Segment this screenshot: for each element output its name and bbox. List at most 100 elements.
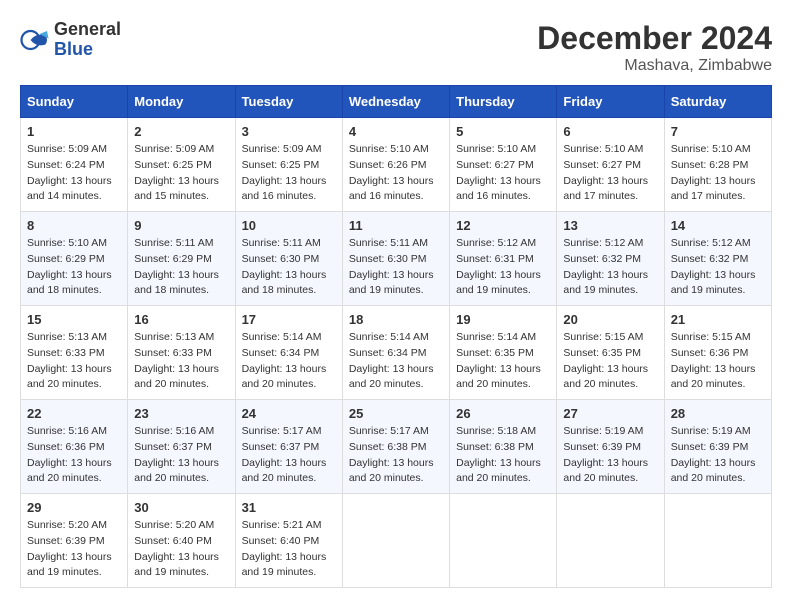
day-number: 12 (456, 218, 550, 233)
logo-text: General Blue (54, 20, 121, 60)
logo-line2: Blue (54, 40, 121, 60)
day-number: 20 (563, 312, 657, 327)
day-number: 22 (27, 406, 121, 421)
day-number: 16 (134, 312, 228, 327)
day-info: Sunrise: 5:13 AMSunset: 6:33 PMDaylight:… (134, 330, 228, 393)
day-number: 1 (27, 124, 121, 139)
logo-icon (20, 25, 50, 55)
header-row: Sunday Monday Tuesday Wednesday Thursday… (21, 86, 772, 118)
day-number: 26 (456, 406, 550, 421)
day-number: 10 (242, 218, 336, 233)
day-number: 2 (134, 124, 228, 139)
day-number: 8 (27, 218, 121, 233)
col-sunday: Sunday (21, 86, 128, 118)
day-number: 13 (563, 218, 657, 233)
day-number: 11 (349, 218, 443, 233)
day-info: Sunrise: 5:09 AMSunset: 6:25 PMDaylight:… (134, 142, 228, 205)
day-number: 4 (349, 124, 443, 139)
table-row: 28 Sunrise: 5:19 AMSunset: 6:39 PMDayligh… (664, 400, 771, 494)
table-row: 23Sunrise: 5:16 AMSunset: 6:37 PMDayligh… (128, 400, 235, 494)
day-number: 21 (671, 312, 765, 327)
col-wednesday: Wednesday (342, 86, 449, 118)
table-row: 14 Sunrise: 5:12 AMSunset: 6:32 PMDayligh… (664, 212, 771, 306)
calendar-row: 1 Sunrise: 5:09 AMSunset: 6:24 PMDaylight… (21, 118, 772, 212)
logo-line1: General (54, 20, 121, 40)
day-info: Sunrise: 5:21 AMSunset: 6:40 PMDaylight:… (242, 518, 336, 581)
day-number: 5 (456, 124, 550, 139)
table-row: 30 Sunrise: 5:20 AMSunset: 6:40 PMDayligh… (128, 494, 235, 588)
day-info: Sunrise: 5:17 AMSunset: 6:38 PMDaylight:… (349, 424, 443, 487)
table-row: 11 Sunrise: 5:11 AMSunset: 6:30 PMDayligh… (342, 212, 449, 306)
day-info: Sunrise: 5:20 AMSunset: 6:40 PMDaylight:… (134, 518, 228, 581)
col-friday: Friday (557, 86, 664, 118)
col-thursday: Thursday (450, 86, 557, 118)
col-monday: Monday (128, 86, 235, 118)
table-row: 16 Sunrise: 5:13 AMSunset: 6:33 PMDayligh… (128, 306, 235, 400)
calendar-row: 15Sunrise: 5:13 AMSunset: 6:33 PMDayligh… (21, 306, 772, 400)
day-info: Sunrise: 5:13 AMSunset: 6:33 PMDaylight:… (27, 330, 121, 393)
day-info: Sunrise: 5:18 AMSunset: 6:38 PMDaylight:… (456, 424, 550, 487)
table-row: 27Sunrise: 5:19 AMSunset: 6:39 PMDayligh… (557, 400, 664, 494)
table-row: 2 Sunrise: 5:09 AMSunset: 6:25 PMDaylight… (128, 118, 235, 212)
day-info: Sunrise: 5:10 AMSunset: 6:29 PMDaylight:… (27, 236, 121, 299)
day-number: 6 (563, 124, 657, 139)
day-info: Sunrise: 5:12 AMSunset: 6:32 PMDaylight:… (563, 236, 657, 299)
day-info: Sunrise: 5:16 AMSunset: 6:36 PMDaylight:… (27, 424, 121, 487)
day-number: 24 (242, 406, 336, 421)
day-info: Sunrise: 5:11 AMSunset: 6:30 PMDaylight:… (349, 236, 443, 299)
table-row: 21Sunrise: 5:15 AMSunset: 6:36 PMDayligh… (664, 306, 771, 400)
col-tuesday: Tuesday (235, 86, 342, 118)
day-info: Sunrise: 5:09 AMSunset: 6:24 PMDaylight:… (27, 142, 121, 205)
day-info: Sunrise: 5:19 AMSunset: 6:39 PMDaylight:… (563, 424, 657, 487)
day-info: Sunrise: 5:17 AMSunset: 6:37 PMDaylight:… (242, 424, 336, 487)
table-row: 19Sunrise: 5:14 AMSunset: 6:35 PMDayligh… (450, 306, 557, 400)
table-row: 20 Sunrise: 5:15 AMSunset: 6:35 PMDayligh… (557, 306, 664, 400)
day-number: 29 (27, 500, 121, 515)
table-row: 12 Sunrise: 5:12 AMSunset: 6:31 PMDayligh… (450, 212, 557, 306)
day-info: Sunrise: 5:15 AMSunset: 6:35 PMDaylight:… (563, 330, 657, 393)
day-info: Sunrise: 5:19 AMSunset: 6:39 PMDaylight:… (671, 424, 765, 487)
day-info: Sunrise: 5:14 AMSunset: 6:34 PMDaylight:… (349, 330, 443, 393)
day-info: Sunrise: 5:14 AMSunset: 6:35 PMDaylight:… (456, 330, 550, 393)
table-row (664, 494, 771, 588)
table-row: 26 Sunrise: 5:18 AMSunset: 6:38 PMDayligh… (450, 400, 557, 494)
day-number: 17 (242, 312, 336, 327)
day-number: 7 (671, 124, 765, 139)
day-info: Sunrise: 5:10 AMSunset: 6:28 PMDaylight:… (671, 142, 765, 205)
day-info: Sunrise: 5:10 AMSunset: 6:26 PMDaylight:… (349, 142, 443, 205)
day-info: Sunrise: 5:14 AMSunset: 6:34 PMDaylight:… (242, 330, 336, 393)
table-row: 24 Sunrise: 5:17 AMSunset: 6:37 PMDayligh… (235, 400, 342, 494)
table-row (342, 494, 449, 588)
table-row: 29 Sunrise: 5:20 AMSunset: 6:39 PMDayligh… (21, 494, 128, 588)
day-info: Sunrise: 5:12 AMSunset: 6:31 PMDaylight:… (456, 236, 550, 299)
day-number: 14 (671, 218, 765, 233)
day-info: Sunrise: 5:10 AMSunset: 6:27 PMDaylight:… (456, 142, 550, 205)
table-row: 17 Sunrise: 5:14 AMSunset: 6:34 PMDayligh… (235, 306, 342, 400)
day-info: Sunrise: 5:11 AMSunset: 6:30 PMDaylight:… (242, 236, 336, 299)
day-number: 25 (349, 406, 443, 421)
table-row: 18Sunrise: 5:14 AMSunset: 6:34 PMDayligh… (342, 306, 449, 400)
day-number: 28 (671, 406, 765, 421)
day-number: 30 (134, 500, 228, 515)
calendar-row: 8 Sunrise: 5:10 AMSunset: 6:29 PMDaylight… (21, 212, 772, 306)
calendar-header: Sunday Monday Tuesday Wednesday Thursday… (21, 86, 772, 118)
logo: General Blue (20, 20, 121, 60)
page-subtitle: Mashava, Zimbabwe (537, 57, 772, 75)
day-info: Sunrise: 5:12 AMSunset: 6:32 PMDaylight:… (671, 236, 765, 299)
table-row: 5 Sunrise: 5:10 AMSunset: 6:27 PMDaylight… (450, 118, 557, 212)
title-block: December 2024 Mashava, Zimbabwe (537, 20, 772, 75)
table-row: 4 Sunrise: 5:10 AMSunset: 6:26 PMDaylight… (342, 118, 449, 212)
table-row: 25 Sunrise: 5:17 AMSunset: 6:38 PMDayligh… (342, 400, 449, 494)
calendar-table: Sunday Monday Tuesday Wednesday Thursday… (20, 85, 772, 588)
table-row: 13 Sunrise: 5:12 AMSunset: 6:32 PMDayligh… (557, 212, 664, 306)
table-row (450, 494, 557, 588)
calendar-row: 22 Sunrise: 5:16 AMSunset: 6:36 PMDayligh… (21, 400, 772, 494)
table-row: 15Sunrise: 5:13 AMSunset: 6:33 PMDayligh… (21, 306, 128, 400)
day-info: Sunrise: 5:10 AMSunset: 6:27 PMDaylight:… (563, 142, 657, 205)
day-info: Sunrise: 5:20 AMSunset: 6:39 PMDaylight:… (27, 518, 121, 581)
table-row: 1 Sunrise: 5:09 AMSunset: 6:24 PMDaylight… (21, 118, 128, 212)
day-info: Sunrise: 5:09 AMSunset: 6:25 PMDaylight:… (242, 142, 336, 205)
table-row: 10 Sunrise: 5:11 AMSunset: 6:30 PMDayligh… (235, 212, 342, 306)
day-number: 31 (242, 500, 336, 515)
day-number: 23 (134, 406, 228, 421)
